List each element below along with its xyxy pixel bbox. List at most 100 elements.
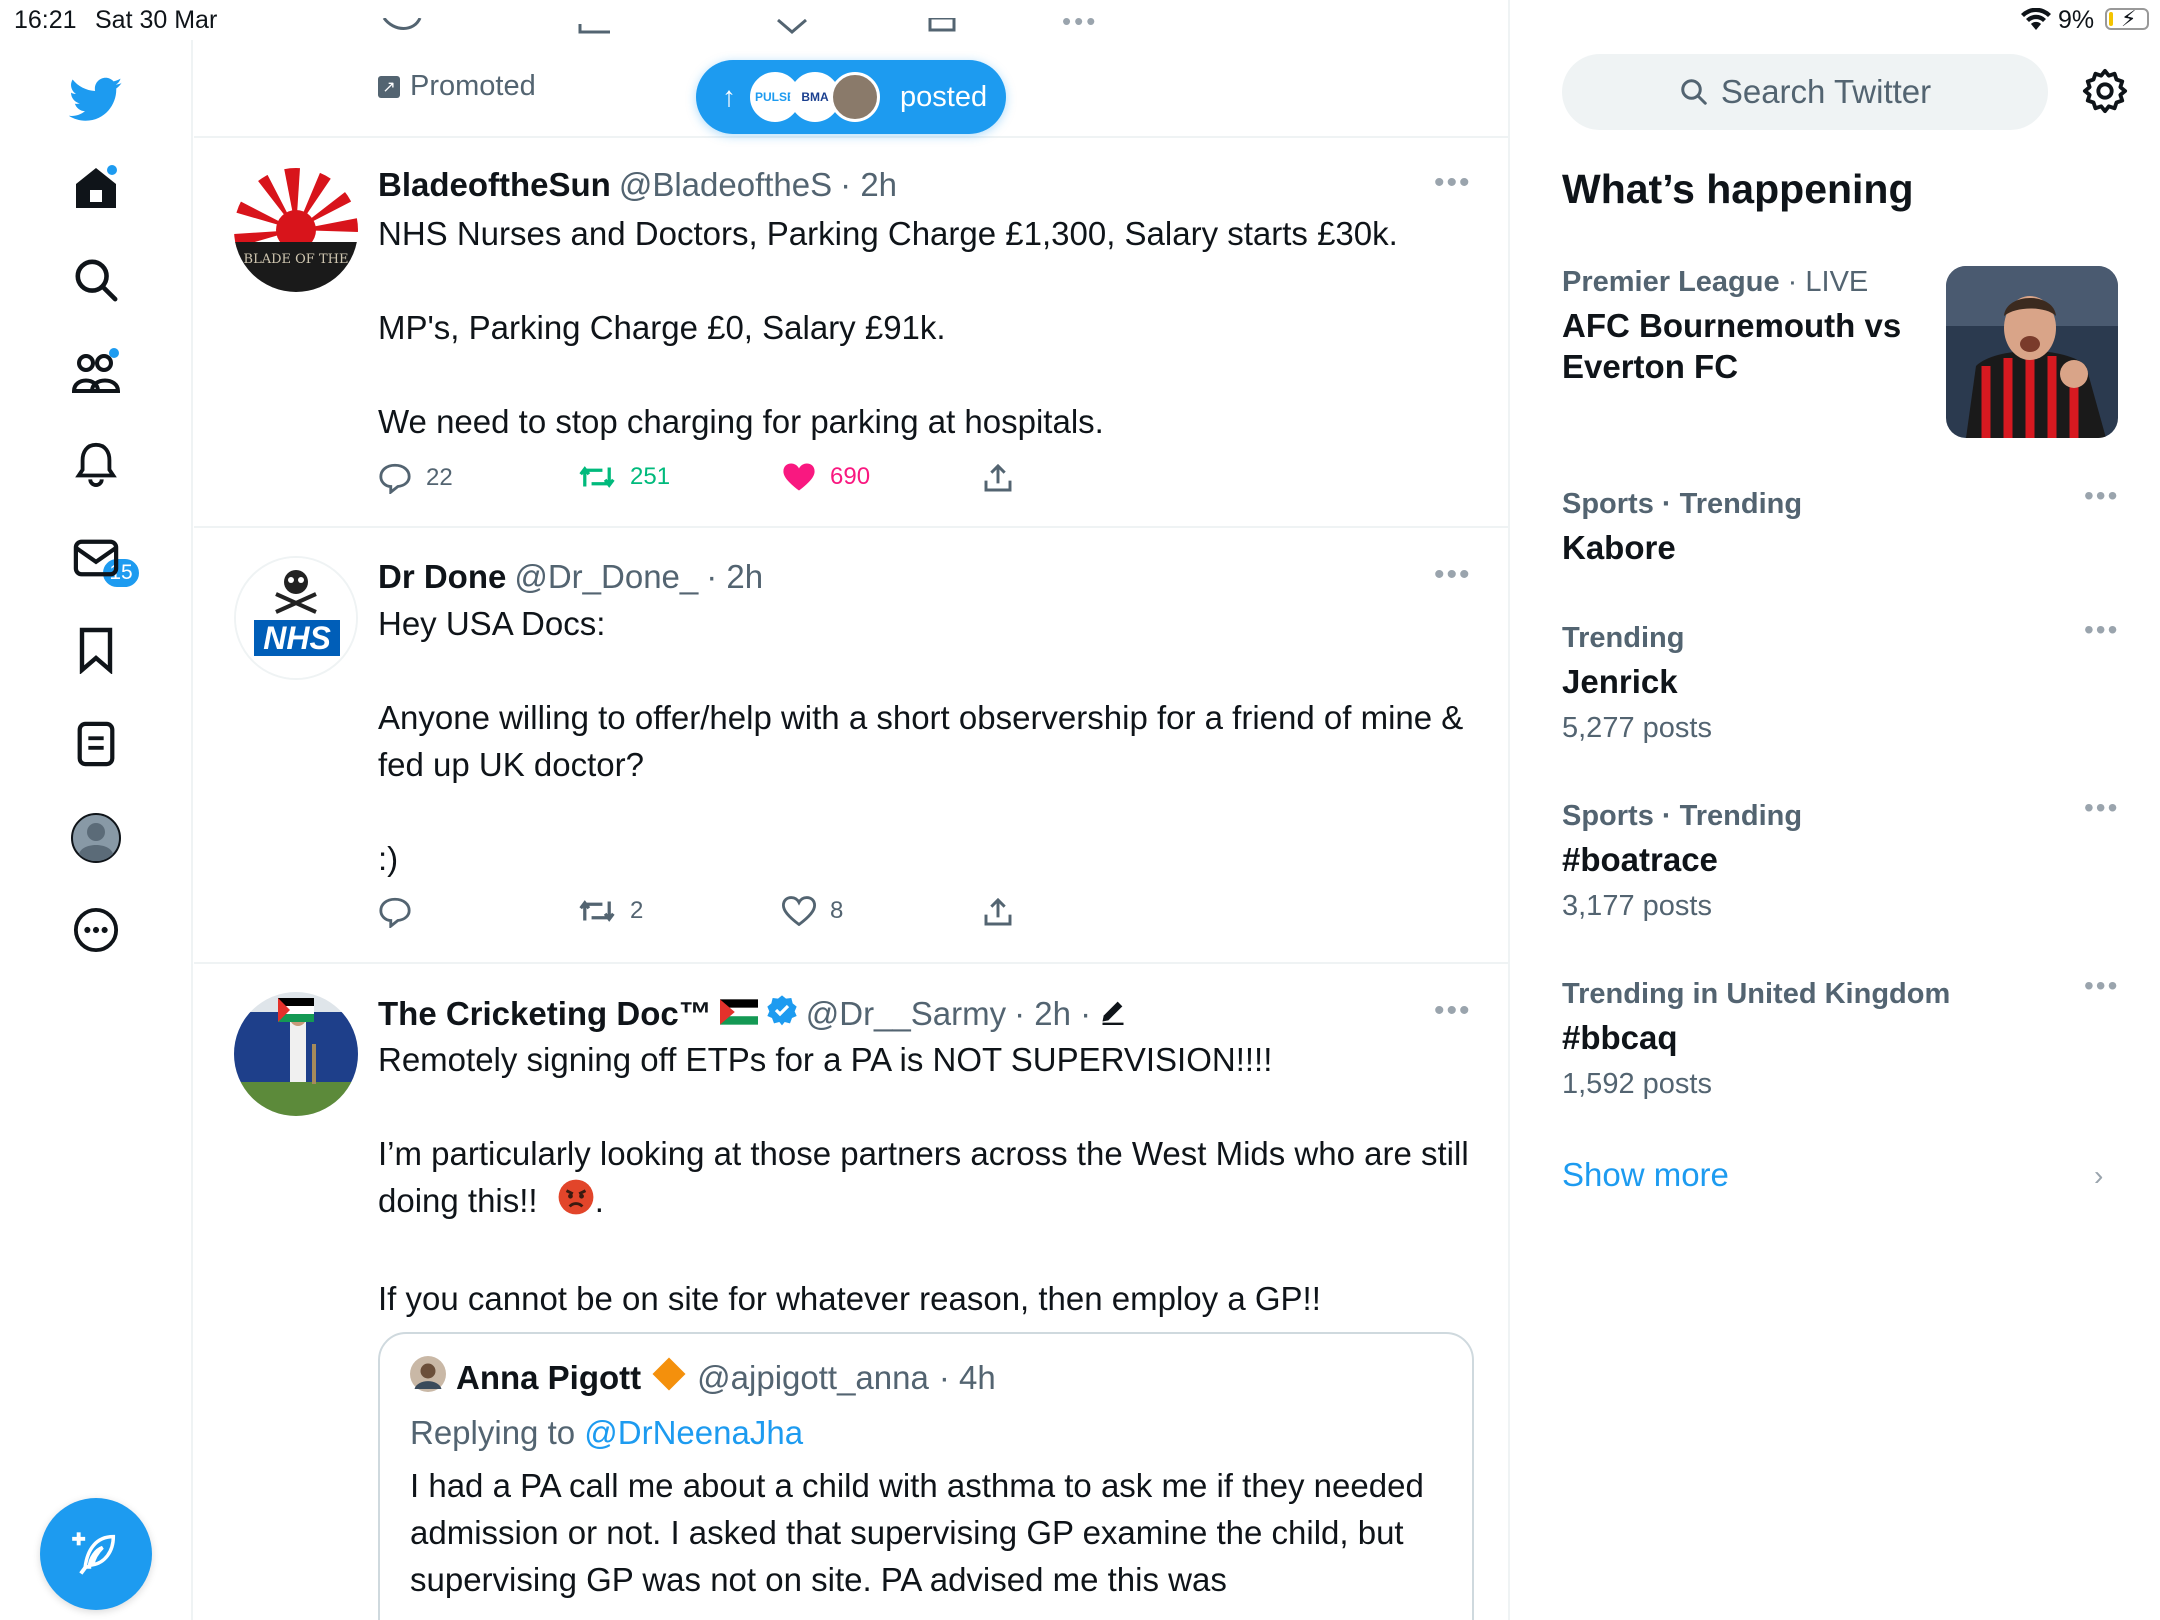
reply-button[interactable]: 22 [378,462,453,494]
show-more-link[interactable]: Show more [1562,1156,1729,1194]
trend-more-icon[interactable]: ••• [2084,792,2119,824]
trend-item[interactable]: Sports · Trending #boatrace 3,177 posts … [1562,792,2132,923]
compose-tweet-button[interactable] [40,1498,152,1610]
trend-topic: #boatrace [1562,841,1718,878]
avatar[interactable]: BLADE OF THE [234,168,358,292]
like-button[interactable]: 690 [782,462,870,492]
trend-topic: Kabore [1562,529,1676,566]
trend-more-icon[interactable]: ••• [2084,970,2119,1002]
retweet-button[interactable]: 2 [578,896,643,926]
avatar-text: BLADE OF THE [244,252,349,267]
timeline: ↗ Promoted ↑ PULSE BMA posted BLADE OF T… [194,0,1510,1620]
promoted-label[interactable]: ↗ Promoted [378,70,536,103]
lists-icon[interactable] [66,714,126,774]
chevron-right-icon[interactable]: › [2094,1160,2103,1192]
quoted-tweet[interactable]: Anna Pigott @ajpigott_anna · 4h Replying… [378,1332,1474,1620]
bookmarks-icon[interactable] [66,620,126,680]
avatar[interactable] [234,992,358,1116]
tweet-actions: 2 8 [378,896,1078,936]
tweet[interactable]: NHS Dr Done @Dr_Done_ · 2h ••• Hey USA D… [194,528,1508,964]
pill-avatar-person [830,72,880,122]
messages-icon[interactable] [66,528,126,588]
retweet-button[interactable]: 251 [578,462,670,492]
replying-to-link[interactable]: @DrNeenaJha [584,1414,803,1451]
promoted-arrow-icon: ↗ [378,75,400,98]
tweet-time[interactable]: · 2h [706,558,763,596]
notifications-icon[interactable] [66,434,126,494]
replying-to: Replying to @DrNeenaJha [410,1414,804,1451]
quoted-avatar[interactable] [410,1356,446,1400]
quoted-author-name[interactable]: Anna Pigott [456,1359,641,1397]
reply-button[interactable] [378,896,426,928]
reply-icon [379,897,411,928]
trend-more-icon[interactable]: ••• [2084,614,2119,646]
search-input[interactable]: Search Twitter [1562,54,2048,130]
edited-pencil-icon[interactable] [1099,995,1127,1033]
author-name[interactable]: The Cricketing Doc™ [378,995,712,1033]
arrow-up-icon: ↑ [722,81,736,112]
trend-more-icon[interactable]: ••• [2084,480,2119,512]
trend-item[interactable]: Trending Jenrick 5,277 posts ••• [1562,614,2132,745]
verified-badge-icon [766,994,798,1034]
profile-icon[interactable] [66,808,126,868]
share-button[interactable] [982,462,1014,494]
heart-icon [782,896,816,926]
quoted-author-handle[interactable]: @ajpigott_anna [697,1359,929,1397]
trend-item[interactable]: Trending in United Kingdom #bbcaq 1,592 … [1562,970,2132,1101]
tweet-text: NHS Nurses and Doctors, Parking Charge £… [378,215,1398,440]
trend-image[interactable] [1946,266,2118,438]
search-icon [1681,79,1707,105]
trend-item[interactable]: Sports · Trending Kabore ••• [1562,480,2132,568]
reply-icon [379,463,411,494]
partial-action-row [374,16,1214,48]
trend-count: 1,592 posts [1562,1068,1712,1100]
new-posts-pill[interactable]: ↑ PULSE BMA posted [696,60,1006,134]
author-name[interactable]: Dr Done [378,558,506,596]
author-handle[interactable]: @BladeoftheS [619,166,832,204]
tweet[interactable]: BLADE OF THE BladeoftheSun @BladeoftheS … [194,140,1508,528]
orange-diamond-icon [651,1356,687,1400]
author-handle[interactable]: @Dr_Done_ [514,558,698,596]
settings-gear-icon[interactable] [2082,68,2128,119]
palestine-flag-icon [719,995,758,1033]
tweet-header: BladeoftheSun @BladeoftheS · 2h [378,166,897,204]
home-icon[interactable] [66,158,126,218]
tweet-more-icon[interactable]: ••• [1434,558,1472,592]
tweet-time[interactable]: · 2h · [1014,995,1091,1033]
trend-topic: AFC Bournemouth vs Everton FC [1562,307,1902,385]
trend-count: 3,177 posts [1562,890,1712,922]
tweet-text: Hey USA Docs: Anyone willing to offer/he… [378,605,1464,877]
trend-count: 5,277 posts [1562,712,1712,744]
tweet-header: Dr Done @Dr_Done_ · 2h [378,558,763,596]
right-sidebar: Search Twitter What’s happening Premier … [1512,0,2160,1620]
left-navigation: 15 [0,40,193,1620]
like-button[interactable]: 8 [782,896,843,926]
more-icon[interactable] [66,900,126,960]
author-name[interactable]: BladeoftheSun [378,166,611,204]
trend-item[interactable]: Premier League · LIVE AFC Bournemouth vs… [1562,266,1942,387]
status-time: 16:21 [14,6,77,34]
tweet-time[interactable]: · 2h [840,166,897,204]
tweet-header: The Cricketing Doc™ @Dr__Sarmy · 2h · [378,994,1127,1034]
angry-face-emoji-icon [557,1178,595,1228]
share-icon [984,463,1012,492]
posted-label: posted [900,80,988,113]
author-handle[interactable]: @Dr__Sarmy [806,995,1006,1033]
heart-filled-icon [783,463,815,491]
quoted-tweet-header: Anna Pigott @ajpigott_anna · 4h [410,1356,996,1400]
quoted-tweet-time: · 4h [938,1359,996,1396]
avatar-text: NHS [263,620,331,656]
whats-happening-title: What’s happening [1562,166,1914,212]
tweet-text: Remotely signing off ETPs for a PA is NO… [378,1041,1469,1318]
search-icon[interactable] [66,250,126,310]
retweet-icon [579,466,615,488]
tweet-more-icon[interactable]: ••• [1434,166,1472,200]
avatar[interactable]: NHS [234,556,358,680]
twitter-logo-icon[interactable] [66,70,126,130]
share-icon [984,897,1012,926]
share-button[interactable] [982,896,1014,928]
feather-plus-icon [72,1532,116,1575]
tweet-more-icon[interactable]: ••• [1434,994,1472,1028]
trend-topic: Jenrick [1562,663,1678,700]
communities-icon[interactable] [66,342,126,402]
